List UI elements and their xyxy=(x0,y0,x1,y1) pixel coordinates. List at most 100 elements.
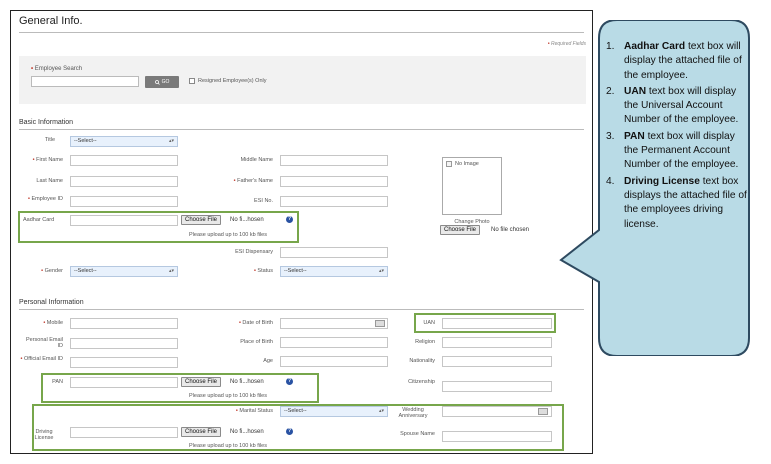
uan-highlight-box xyxy=(414,313,556,333)
religion-label: Religion xyxy=(415,339,435,345)
date-of-birth-label: • Date of Birth xyxy=(211,320,273,326)
callout-item-number: 4. xyxy=(606,175,615,187)
callout-item-number: 2. xyxy=(606,85,615,97)
gender-label: • Gender xyxy=(19,268,63,274)
general-info-form: General Info. • Required Fields • Employ… xyxy=(10,10,593,454)
last-name-input[interactable] xyxy=(70,176,178,187)
resigned-only-toggle[interactable]: Resigned Employee(s) Only xyxy=(189,78,266,84)
callout-item-bold: Aadhar Card xyxy=(624,41,686,52)
chevron-down-icon: ▴▾ xyxy=(168,138,174,144)
status-label: • Status xyxy=(211,268,273,274)
aadhar-highlight-box xyxy=(18,211,299,243)
status-select-value: --Select-- xyxy=(284,268,307,274)
fathers-name-input[interactable] xyxy=(280,176,388,187)
official-email-input[interactable] xyxy=(70,357,178,368)
required-star: • xyxy=(43,320,46,326)
esi-no-input[interactable] xyxy=(280,196,388,207)
employee-id-label-text: Employee ID xyxy=(31,196,64,202)
date-of-birth-label-text: Date of Birth xyxy=(242,320,273,326)
required-star: • xyxy=(253,268,256,274)
callout-item: 1. Aadhar Card text box will display the … xyxy=(606,40,750,83)
personal-information-divider xyxy=(19,309,584,310)
callout-item-bold: UAN xyxy=(624,85,647,97)
callout-item-bold: Driving License xyxy=(624,175,700,187)
required-star: • xyxy=(31,66,34,72)
employee-id-input[interactable] xyxy=(70,196,178,207)
esi-dispensary-label: ESI Dispensary xyxy=(235,249,273,255)
search-icon xyxy=(154,79,160,85)
callout-item-bold: PAN xyxy=(624,130,645,142)
calendar-icon[interactable] xyxy=(375,320,385,327)
age-label: Age xyxy=(263,358,273,364)
required-star: • xyxy=(233,178,236,184)
required-star: • xyxy=(28,196,30,202)
required-star: • xyxy=(238,320,241,326)
mobile-input[interactable] xyxy=(70,318,178,329)
personal-email-label: Personal Email ID xyxy=(26,337,63,349)
title-select[interactable]: --Select-- ▴▾ xyxy=(70,136,178,147)
employee-search-label-text: Employee Search xyxy=(34,66,83,72)
citizenship-label: Citizenship xyxy=(408,379,435,385)
employee-search-input[interactable] xyxy=(31,76,139,87)
mobile-label: • Mobile xyxy=(19,320,63,326)
employee-search-panel: • Employee Search GO Resigned Employee(s… xyxy=(19,56,586,104)
driving-license-highlight-box xyxy=(32,404,564,451)
employee-search-label: • Employee Search xyxy=(31,66,82,72)
first-name-input[interactable] xyxy=(70,155,178,166)
chevron-down-icon: ▴▾ xyxy=(168,268,174,274)
esi-no-label: ESI No. xyxy=(254,198,273,204)
mobile-label-text: Mobile xyxy=(46,320,63,326)
required-star: • xyxy=(20,356,23,362)
callout-item: 3. PAN text box will display the Permanen… xyxy=(606,130,750,173)
employee-photo: No Image xyxy=(442,157,502,215)
first-name-label-text: First Name xyxy=(36,157,63,163)
place-of-birth-label: Place of Birth xyxy=(240,339,273,345)
callout-list: 1. Aadhar Card text box will display the … xyxy=(606,40,750,232)
personal-email-input[interactable] xyxy=(70,338,178,349)
religion-input[interactable] xyxy=(442,337,552,348)
status-select[interactable]: --Select-- ▴▾ xyxy=(280,266,388,277)
date-of-birth-input[interactable] xyxy=(280,318,388,329)
official-email-label-text: Official Email ID xyxy=(23,356,63,362)
form-title: General Info. xyxy=(19,15,83,27)
status-label-text: Status xyxy=(257,268,273,274)
callout-text: 1. Aadhar Card text box will display the … xyxy=(606,40,750,234)
gender-select[interactable]: --Select-- ▴▾ xyxy=(70,266,178,277)
callout-item-number: 3. xyxy=(606,130,615,142)
nationality-input[interactable] xyxy=(442,356,552,367)
photo-alt-text: No Image xyxy=(455,161,479,167)
photo-choose-file-button[interactable]: Choose File xyxy=(440,225,481,235)
required-star: • xyxy=(41,268,44,274)
photo-file-status: No file chosen xyxy=(491,227,530,233)
last-name-label: Last Name xyxy=(36,178,63,184)
go-button-label: GO xyxy=(161,79,170,85)
chevron-down-icon: ▴▾ xyxy=(378,268,384,274)
first-name-label: • First Name xyxy=(19,157,63,163)
employee-id-label: • Employee ID xyxy=(19,196,63,202)
go-button[interactable]: GO xyxy=(145,76,179,88)
esi-dispensary-input[interactable] xyxy=(280,247,388,258)
basic-information-divider xyxy=(19,129,584,130)
required-star: • xyxy=(547,41,550,47)
broken-image-icon xyxy=(446,161,452,167)
age-input[interactable] xyxy=(280,356,388,367)
gender-select-value: --Select-- xyxy=(74,268,97,274)
required-star: • xyxy=(32,157,35,163)
middle-name-input[interactable] xyxy=(280,155,388,166)
title-divider xyxy=(19,32,584,33)
citizenship-input[interactable] xyxy=(442,381,552,392)
callout-item-number: 1. xyxy=(606,41,615,52)
title-label: Title xyxy=(44,137,55,143)
photo-placeholder: No Image xyxy=(446,161,479,167)
basic-information-heading: Basic Information xyxy=(19,119,74,126)
title-select-value: --Select-- xyxy=(74,138,97,144)
middle-name-label: Middle Name xyxy=(240,157,273,163)
resigned-only-checkbox[interactable] xyxy=(189,78,195,84)
callout-item: 4. Driving License text box displays the … xyxy=(606,175,750,232)
fathers-name-label-text: Father's Name xyxy=(237,178,273,184)
place-of-birth-input[interactable] xyxy=(280,337,388,348)
fathers-name-label: • Father's Name xyxy=(211,178,273,184)
resigned-only-label: Resigned Employee(s) Only xyxy=(198,78,267,84)
official-email-label: • Official Email ID xyxy=(19,356,64,362)
callout-item: 2. UAN text box will display the Universa… xyxy=(606,85,750,128)
